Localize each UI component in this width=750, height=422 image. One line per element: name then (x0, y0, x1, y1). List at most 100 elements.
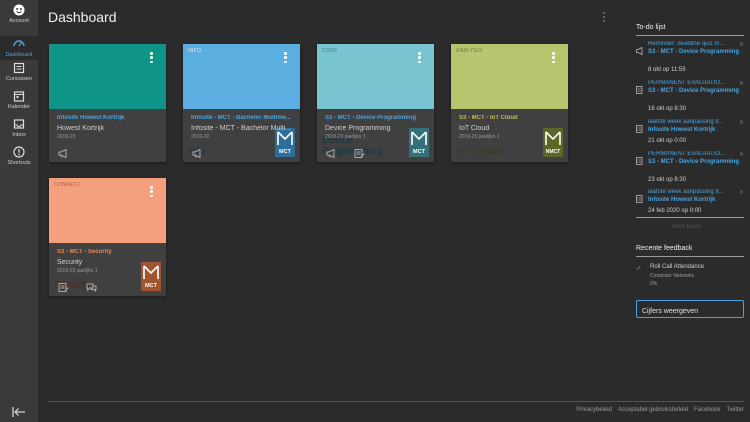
card-category: INFO (188, 48, 202, 54)
dismiss-icon[interactable]: ✕ (739, 189, 744, 196)
todo-item-title[interactable]: PERMANENT EVALUATIO... (648, 151, 728, 157)
svg-text:NMCT: NMCT (546, 149, 560, 155)
todo-item[interactable]: PERMANENT EVALUATIO... S3 - MCT - Device… (636, 80, 744, 112)
card-color-header[interactable] (49, 44, 166, 109)
course-card[interactable]: CODE Device Programming MCT S3 - MCT - D… (317, 44, 434, 162)
announcement-icon (636, 42, 644, 56)
todo-item-date: 21 okt op 0:00 (648, 138, 687, 144)
account-icon (13, 4, 25, 16)
nav-inbox-label: Inbox (12, 132, 26, 138)
show-all-link[interactable]: Alles tonen (672, 224, 702, 230)
collapse-nav-icon[interactable] (12, 404, 26, 417)
card-course-name: Infosite - MCT - Bachelor Multi... (191, 125, 292, 132)
todo-divider (636, 35, 744, 36)
assignment-icon (636, 190, 644, 203)
nav-account[interactable]: Account (0, 4, 38, 30)
todo-item-title[interactable]: PERMANENT EVALUATIO... (648, 80, 728, 86)
card-term: 2019-20 jaarlijks 1 (57, 268, 98, 274)
card-course-code[interactable]: Infosite - MCT - Bachelor Multime... (191, 115, 295, 121)
todo-item-date: 16 okt op 8:30 (648, 106, 687, 112)
todo-item-course: S3 - MCT - Device Programming (648, 88, 740, 94)
nav-account-label: Account (9, 18, 29, 24)
footer-divider (48, 401, 744, 402)
page-title: Dashboard (48, 9, 117, 25)
card-menu-icon[interactable] (150, 52, 153, 63)
announcements-icon[interactable] (326, 145, 337, 159)
assignments-icon[interactable] (58, 279, 69, 292)
todo-item-course: Infosite Howest Kortrijk (648, 197, 716, 203)
mct-logo: MCT (141, 262, 161, 291)
nav-courses[interactable]: Cursussen (0, 62, 38, 88)
global-nav: Account Dashboard Cursussen Kalender Inb… (0, 0, 38, 422)
card-course-name: Security (57, 259, 83, 266)
course-card[interactable]: CONNECT Security MCT S3 - MCT - Security… (49, 178, 166, 296)
footer-link-privacy[interactable]: Privacybeleid (576, 407, 612, 413)
card-course-name: Howest Kortrijk (57, 125, 105, 132)
feedback-item-grade: 0% (650, 281, 658, 287)
card-term: 2019-20 jaarlijks 1 (325, 134, 366, 140)
dismiss-icon[interactable]: ✕ (739, 41, 744, 48)
todo-item-title[interactable]: laatste week aanpassing tr... (648, 119, 728, 125)
todo-item-course: S3 - MCT - Device Programming (648, 49, 740, 55)
course-card[interactable]: Infosite Howest Kortrijk Howest Kortrijk… (49, 44, 166, 162)
card-course-code[interactable]: S3 - MCT - IoT Cloud (459, 115, 563, 121)
nmct-logo: NMCT (543, 128, 563, 157)
course-card[interactable]: INFO Info MCT Infosite - MCT - Bachelor … (183, 44, 300, 162)
announcements-icon[interactable] (58, 145, 69, 159)
courses-icon (13, 62, 25, 74)
footer-link-aup[interactable]: Acceptabel gebruiksbeleid (618, 407, 688, 413)
feedback-item-course: Computer Networks (650, 273, 695, 279)
todo-item[interactable]: PERMANENT EVALUATIO... S3 - MCT - Device… (636, 151, 744, 183)
todo-item-title[interactable]: Reminder: deadline quiz m... (648, 41, 728, 47)
todo-item-date: 24 feb 2020 op 0:00 (648, 208, 702, 214)
todo-item-course: S3 - MCT - Device Programming (648, 159, 740, 165)
announcements-icon[interactable] (192, 145, 203, 159)
footer-link-facebook[interactable]: Facebook (694, 407, 720, 413)
card-menu-icon[interactable] (418, 52, 421, 63)
feedback-item-name[interactable]: Roll Call Attendance (650, 264, 704, 270)
card-category: CONNECT (54, 182, 81, 188)
todo-item-title[interactable]: laatste week aanpassing tr... (648, 189, 728, 195)
dismiss-icon[interactable]: ✕ (739, 151, 744, 158)
card-menu-icon[interactable] (150, 186, 153, 197)
check-icon: ✓ (636, 265, 642, 272)
card-course-code[interactable]: S3 - MCT - Device Programming (325, 115, 429, 121)
nav-dashboard-label: Dashboard (5, 52, 33, 58)
assignments-icon[interactable] (354, 145, 365, 158)
nav-calendar[interactable]: Kalender (0, 90, 38, 116)
card-category: CODE (322, 48, 338, 54)
assignment-icon (636, 152, 644, 165)
mct-logo: MCT (275, 128, 295, 157)
card-menu-icon[interactable] (552, 52, 555, 63)
todo-item-date: 8 okt op 11:59 (648, 67, 686, 73)
card-course-code[interactable]: S3 - MCT - Security (57, 249, 161, 255)
svg-text:MCT: MCT (413, 149, 426, 155)
nav-dashboard[interactable]: Dashboard (0, 36, 38, 60)
dashboard-options-icon[interactable] (603, 12, 606, 22)
nav-inbox[interactable]: Inbox (0, 118, 38, 144)
course-card[interactable]: ANALYSIS IoT Cloud NMCT S3 - MCT - IoT C… (451, 44, 568, 162)
discussions-icon[interactable] (86, 279, 97, 293)
assignment-icon (636, 120, 644, 133)
card-course-name: IoT Cloud (459, 125, 490, 132)
card-course-name: Device Programming (325, 125, 391, 132)
todo-item-course: Infosite Howest Kortrijk (648, 127, 716, 133)
nav-shortcuts[interactable]: Shortcuts (0, 146, 38, 172)
footer: Privacybeleid Acceptabel gebruiksbeleid … (576, 407, 744, 413)
nav-courses-label: Cursussen (5, 76, 33, 82)
card-menu-icon[interactable] (284, 52, 287, 63)
svg-text:MCT: MCT (145, 283, 158, 289)
todo-item[interactable]: Reminder: deadline quiz m... S3 - MCT - … (636, 41, 744, 73)
card-term: 2019-20 (57, 134, 76, 140)
todo-item-date: 23 okt op 8:30 (648, 177, 687, 183)
view-grades-button[interactable]: Cijfers weergeven (636, 300, 744, 318)
card-course-code[interactable]: Infosite Howest Kortrijk (57, 115, 161, 121)
todo-item[interactable]: laatste week aanpassing tr... Infosite H… (636, 119, 744, 151)
footer-link-twitter[interactable]: Twitter (726, 407, 744, 413)
mct-logo: MCT (409, 128, 429, 157)
card-big-title: IoT Cloud (456, 146, 500, 157)
dismiss-icon[interactable]: ✕ (739, 80, 744, 87)
dismiss-icon[interactable]: ✕ (739, 119, 744, 126)
todo-title: To-do lijst (636, 24, 666, 31)
card-category: ANALYSIS (456, 48, 483, 54)
